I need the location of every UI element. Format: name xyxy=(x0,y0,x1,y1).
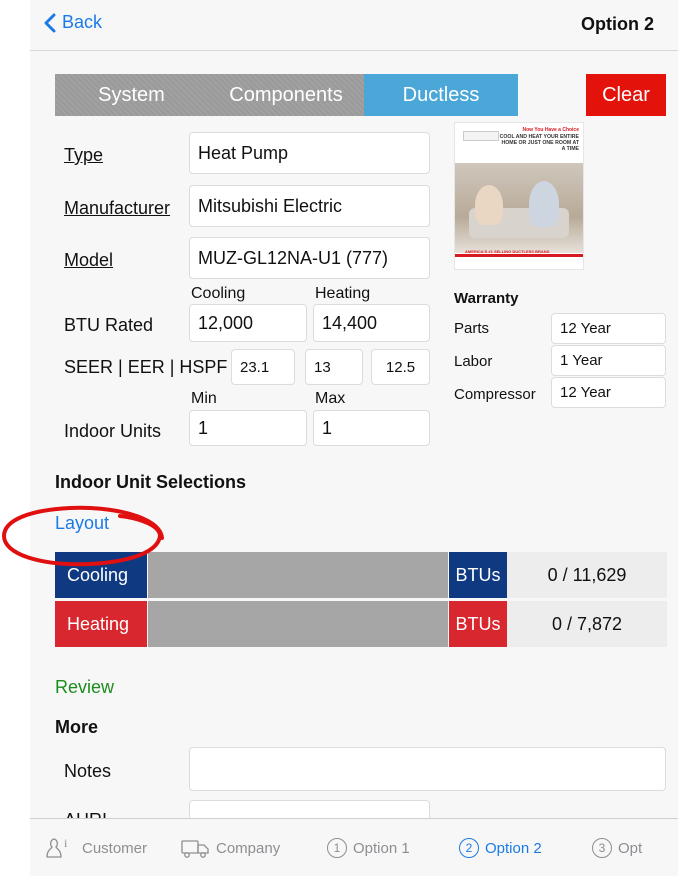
tab-customer[interactable]: i Customer xyxy=(42,819,147,876)
tab-option-2[interactable]: 2 Option 2 xyxy=(459,819,542,876)
min-header: Min xyxy=(191,390,217,407)
heating-btu-value: 0 / 7,872 xyxy=(507,601,667,647)
indoor-units-label: Indoor Units xyxy=(64,421,162,441)
heating-progress-bar xyxy=(148,601,448,647)
btu-rated-label: BTU Rated xyxy=(64,315,154,335)
tab-option-3-label: Opt xyxy=(618,839,643,857)
brochure-footer: AMERICA'S #1 SELLING DUCTLESS BRAND xyxy=(465,249,550,254)
back-button[interactable]: Back xyxy=(44,12,102,33)
cooling-progress-bar xyxy=(148,552,448,598)
customer-icon: i xyxy=(46,836,68,858)
app-frame: Back Option 2 System Components Ductless… xyxy=(30,0,678,876)
tab-ductless[interactable]: Ductless xyxy=(364,74,518,116)
manufacturer-label[interactable]: Manufacturer xyxy=(64,198,170,219)
tab-option-1-label: Option 1 xyxy=(353,839,410,857)
model-label[interactable]: Model xyxy=(64,250,113,271)
cooling-header: Cooling xyxy=(191,285,246,302)
warranty-title: Warranty xyxy=(454,290,519,307)
warranty-labor-label: Labor xyxy=(454,353,493,370)
notes-field[interactable] xyxy=(189,747,666,791)
indoor-units-min-field[interactable]: 1 xyxy=(189,410,307,446)
tab-customer-label: Customer xyxy=(82,839,148,857)
btu-heating-field[interactable]: 14,400 xyxy=(313,304,430,342)
warranty-parts-label: Parts xyxy=(454,320,490,337)
option-2-number-icon: 2 xyxy=(459,838,479,858)
heating-unit-label: BTUs xyxy=(449,601,507,647)
cooling-meter-label: Cooling xyxy=(55,552,147,598)
warranty-compressor-field[interactable]: 12 Year xyxy=(551,377,666,408)
layout-link[interactable]: Layout xyxy=(55,513,109,534)
option-1-number-icon: 1 xyxy=(327,838,347,858)
max-header: Max xyxy=(315,390,346,407)
option-3-number-icon: 3 xyxy=(592,838,612,858)
tab-company[interactable]: Company xyxy=(180,819,280,876)
seer-field[interactable]: 23.1 xyxy=(231,349,295,385)
back-label: Back xyxy=(62,12,103,32)
indoor-unit-selections-title: Indoor Unit Selections xyxy=(55,472,247,492)
indoor-units-max-field[interactable]: 1 xyxy=(313,410,430,446)
brochure-red-rule xyxy=(455,254,583,257)
truck-icon xyxy=(181,840,209,858)
tab-option-2-label: Option 2 xyxy=(485,839,542,857)
manufacturer-field[interactable]: Mitsubishi Electric xyxy=(189,185,430,227)
warranty-parts-field[interactable]: 12 Year xyxy=(551,313,666,344)
brochure-indoor-unit xyxy=(463,131,499,141)
brochure-kicker: Now You Have a Choice xyxy=(522,127,580,133)
navigation-bar: Back Option 2 xyxy=(30,0,678,51)
btu-cooling-field[interactable]: 12,000 xyxy=(189,304,307,342)
tab-company-label: Company xyxy=(216,839,281,857)
cooling-btu-value: 0 / 11,629 xyxy=(507,552,667,598)
seer-eer-hspf-label: SEER | EER | HSPF xyxy=(64,357,228,377)
tab-components[interactable]: Components xyxy=(208,74,364,116)
svg-text:i: i xyxy=(64,836,68,850)
brochure-person-woman xyxy=(475,185,503,225)
brochure-headline: COOL AND HEAT YOUR ENTIRE HOME OR JUST O… xyxy=(499,134,579,152)
model-field[interactable]: MUZ-GL12NA-U1 (777) xyxy=(189,237,430,279)
hspf-field[interactable]: 12.5 xyxy=(371,349,430,385)
warranty-compressor-label: Compressor xyxy=(454,386,536,403)
type-field[interactable]: Heat Pump xyxy=(189,132,430,174)
review-link[interactable]: Review xyxy=(55,677,114,698)
clear-button[interactable]: Clear xyxy=(586,74,666,116)
tab-option-3[interactable]: 3 Opt xyxy=(592,819,642,876)
eer-field[interactable]: 13 xyxy=(305,349,363,385)
product-brochure-image[interactable]: Now You Have a Choice COOL AND HEAT YOUR… xyxy=(454,122,584,270)
more-section-title: More xyxy=(55,717,99,737)
chevron-left-icon xyxy=(44,13,56,32)
heating-meter-row: Heating BTUs 0 / 7,872 xyxy=(55,601,667,647)
brochure-person-man xyxy=(529,181,559,227)
heating-meter-label: Heating xyxy=(55,601,147,647)
heating-header: Heating xyxy=(315,285,371,302)
type-label[interactable]: Type xyxy=(64,145,103,166)
notes-label: Notes xyxy=(64,761,112,781)
warranty-labor-field[interactable]: 1 Year xyxy=(551,345,666,376)
tab-system[interactable]: System xyxy=(55,74,208,116)
cooling-meter-row: Cooling BTUs 0 / 11,629 xyxy=(55,552,667,598)
tab-option-1[interactable]: 1 Option 1 xyxy=(327,819,410,876)
cooling-unit-label: BTUs xyxy=(449,552,507,598)
bottom-tab-bar: i Customer Company 1 Option 1 2 Option 2… xyxy=(30,818,678,876)
left-margin xyxy=(0,0,30,876)
page-title: Option 2 xyxy=(581,14,654,34)
